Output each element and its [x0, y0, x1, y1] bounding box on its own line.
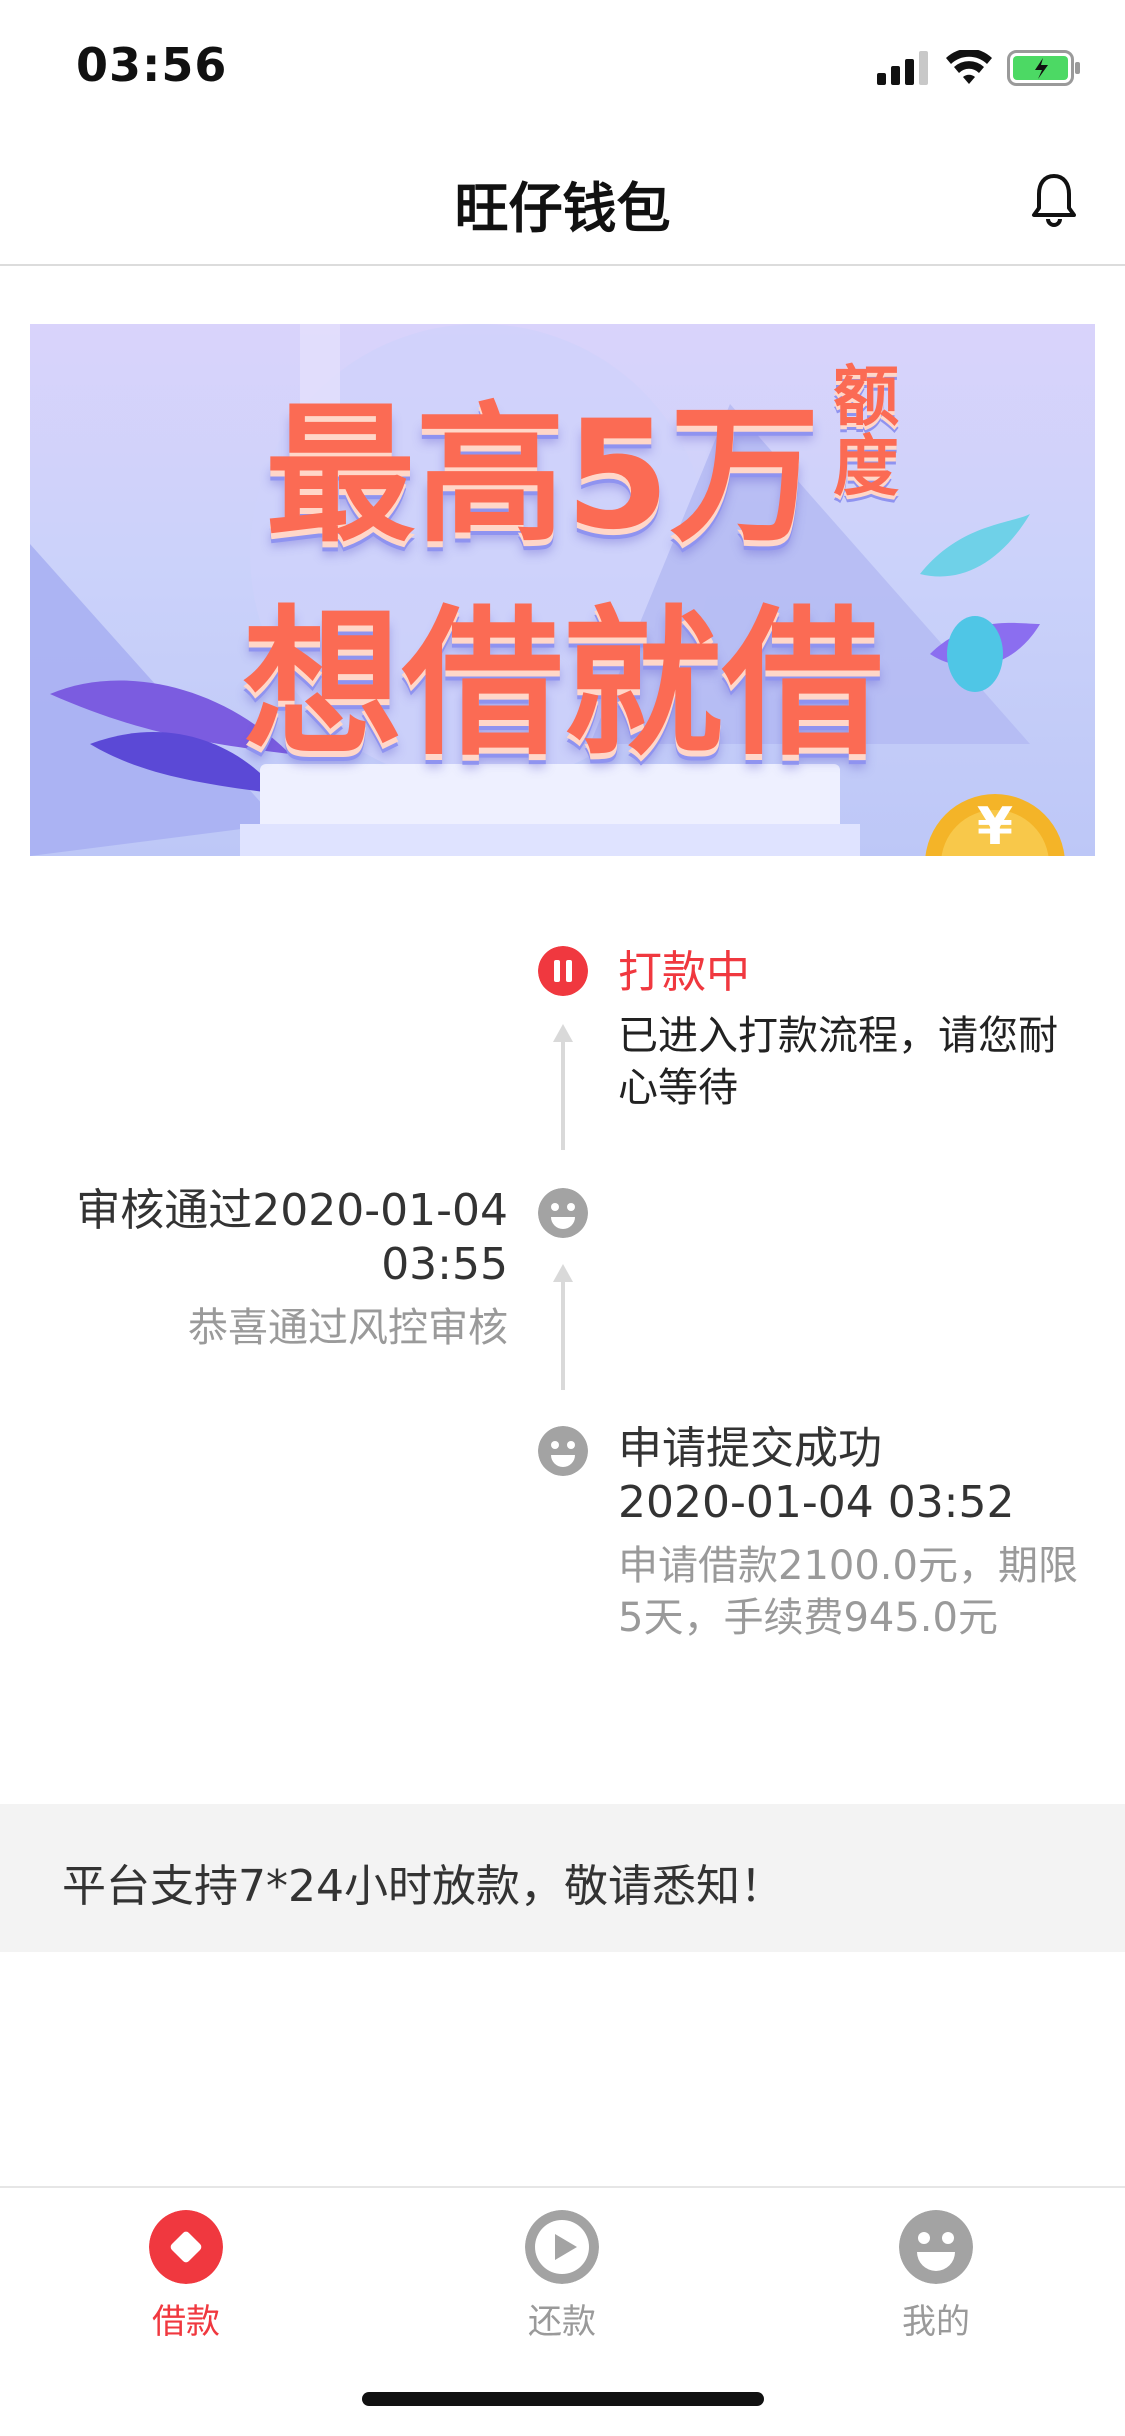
notice-text: 平台支持7*24小时放款，敬请悉知！	[62, 1861, 784, 1912]
step-description: 申请借款2100.0元，期限5天，手续费945.0元	[618, 1543, 1078, 1641]
banner-headline-1: 最高5万	[265, 389, 820, 563]
step-title: 审核通过2020-01-04 03:55	[76, 1185, 508, 1290]
banner-headline-2: 想借就借	[242, 590, 883, 777]
timeline-step-paying: 打款中 已进入打款流程，请您耐心等待	[618, 946, 1088, 1114]
tab-borrow[interactable]: 借款	[86, 2210, 286, 2343]
tab-repay[interactable]: 还款	[462, 2210, 662, 2343]
bell-icon[interactable]	[1029, 172, 1079, 228]
signal-icon	[877, 51, 928, 85]
banner-headline-side: 额度	[833, 358, 899, 505]
tab-label: 借款	[152, 2302, 220, 2342]
step-title: 打款中	[618, 947, 750, 998]
status-icons	[877, 46, 1081, 90]
promo-banner[interactable]: ¥ 最高5万 额度 想借就借	[30, 324, 1095, 856]
notice-bar: 平台支持7*24小时放款，敬请悉知！	[0, 1804, 1125, 1952]
step-time: 2020-01-04 03:52	[618, 1477, 1015, 1528]
status-bar: 03:56	[0, 0, 1125, 134]
battery-icon	[1007, 50, 1080, 86]
svg-text:¥: ¥	[977, 797, 1013, 856]
timeline-step-submit: 申请提交成功 2020-01-04 03:52 申请借款2100.0元，期限5天…	[618, 1422, 1088, 1644]
nav-bar: 旺仔钱包	[0, 134, 1125, 266]
diamond-icon	[149, 2210, 223, 2284]
home-indicator[interactable]	[362, 2392, 764, 2406]
timeline-connector	[561, 1280, 565, 1390]
step-description: 已进入打款流程，请您耐心等待	[618, 1013, 1058, 1111]
smiley-icon	[538, 1426, 588, 1476]
step-description: 恭喜通过风控审核	[188, 1305, 508, 1351]
timeline-connector	[561, 1040, 565, 1150]
smiley-icon	[538, 1188, 588, 1238]
smiley-icon	[899, 2210, 973, 2284]
tab-mine[interactable]: 我的	[836, 2210, 1036, 2343]
wifi-icon	[946, 50, 992, 84]
tab-label: 还款	[528, 2302, 596, 2342]
loan-progress-timeline: 打款中 已进入打款流程，请您耐心等待 审核通过2020-01-04 03:55 …	[0, 900, 1125, 1660]
page-title: 旺仔钱包	[454, 177, 671, 240]
play-icon	[525, 2210, 599, 2284]
tab-label: 我的	[902, 2302, 970, 2342]
timeline-step-review: 审核通过2020-01-04 03:55 恭喜通过风控审核	[40, 1184, 508, 1354]
pause-icon	[538, 946, 588, 996]
status-time: 03:56	[76, 38, 228, 92]
step-title: 申请提交成功	[618, 1423, 882, 1474]
